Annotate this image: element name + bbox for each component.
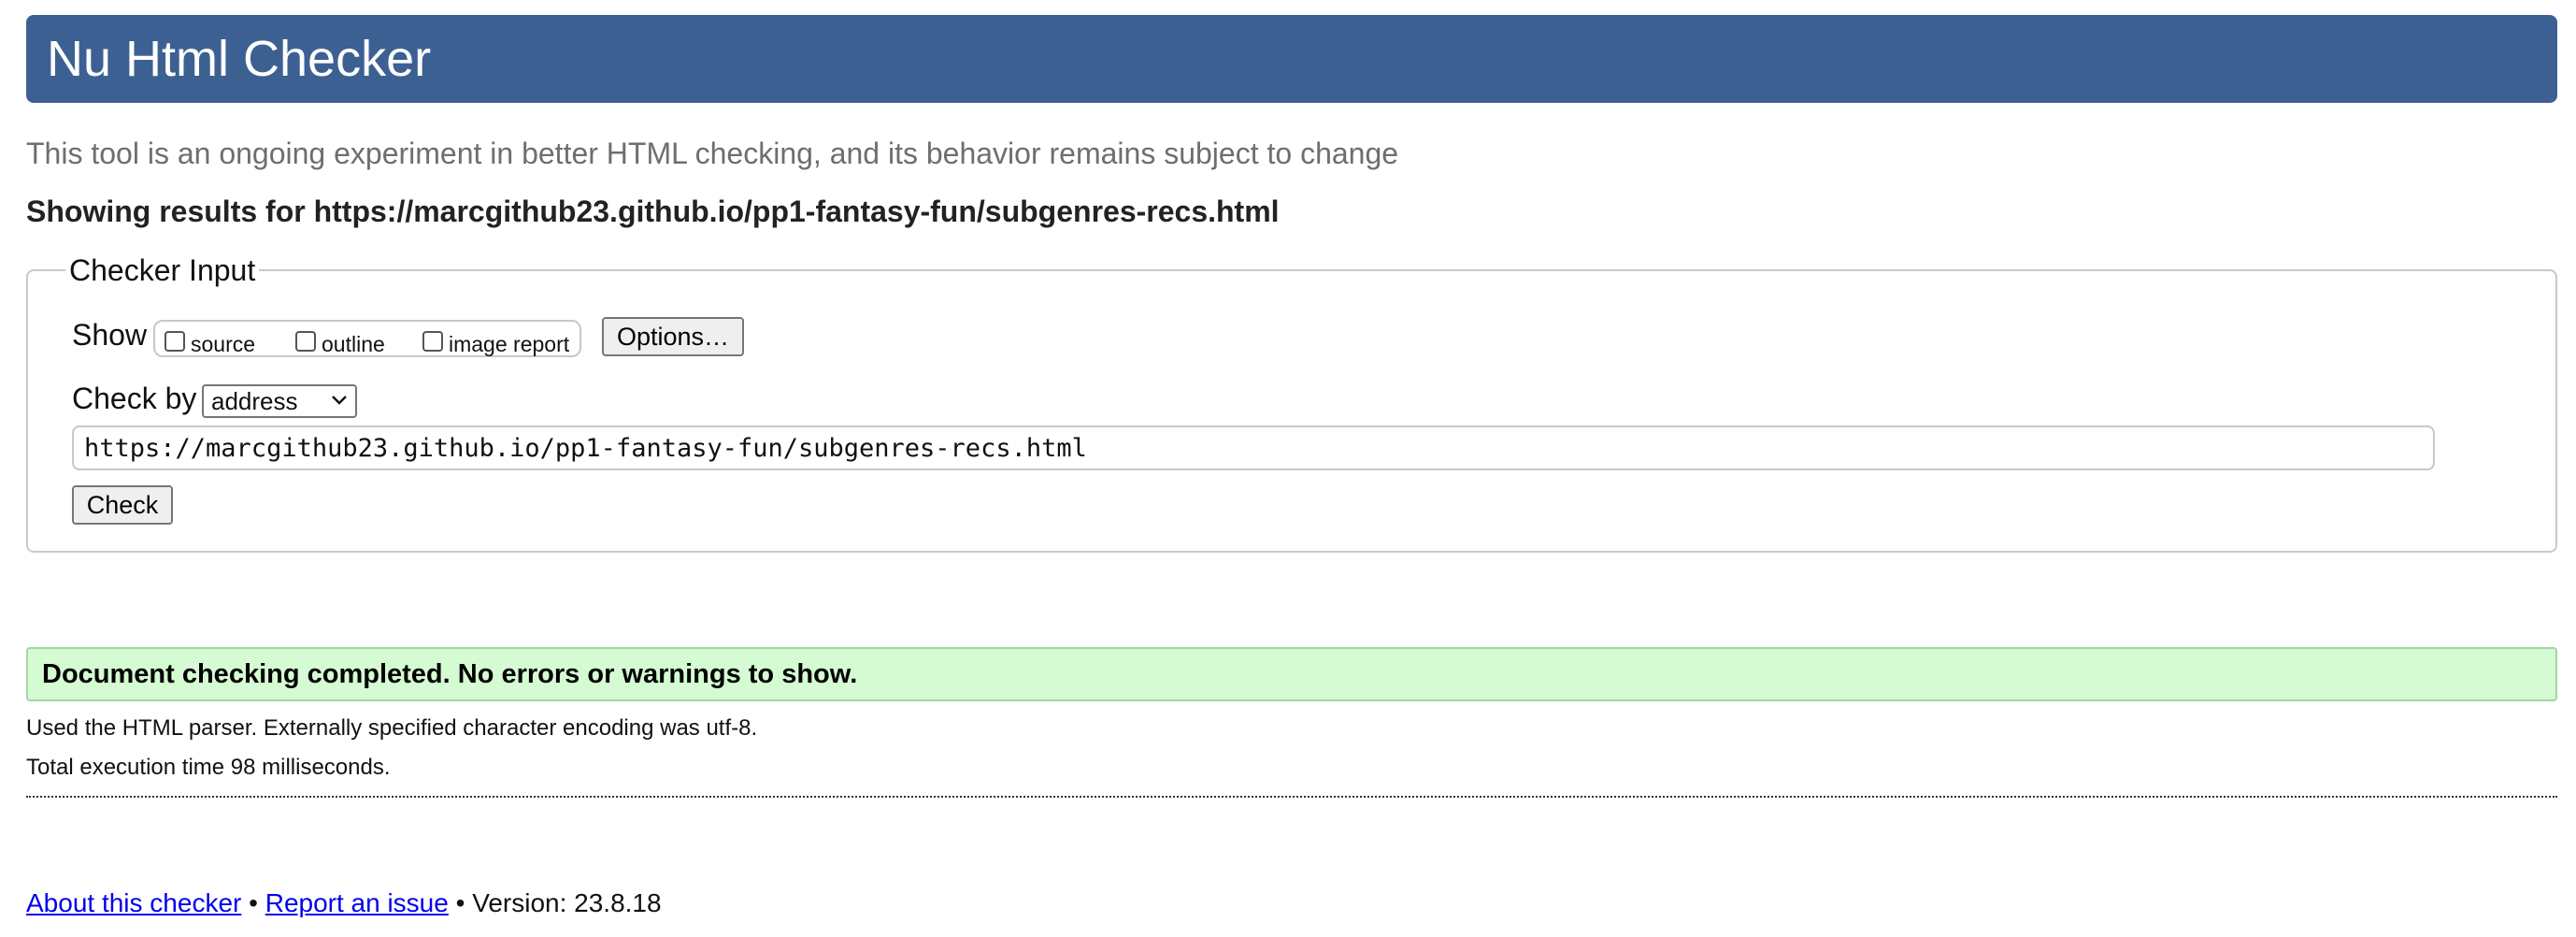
check-by-selected-value: address — [211, 386, 298, 415]
check-by-select[interactable]: address — [202, 384, 357, 418]
checker-input-fieldset: Checker Input Show source outline image … — [26, 253, 2557, 553]
header-banner: Nu Html Checker — [26, 15, 2557, 103]
image-report-checkbox-label: image report — [449, 332, 570, 356]
version-label: Version: 23.8.18 — [472, 888, 662, 917]
options-button[interactable]: Options… — [602, 317, 744, 356]
show-options-group: source outline image report — [153, 320, 581, 357]
show-image-report-option[interactable]: image report — [422, 326, 569, 356]
url-input[interactable]: https://marcgithub23.github.io/pp1-fanta… — [72, 425, 2435, 470]
source-checkbox[interactable] — [165, 331, 185, 352]
success-message: Document checking completed. No errors o… — [26, 647, 2557, 701]
report-issue-link[interactable]: Report an issue — [265, 888, 449, 917]
execution-time: Total execution time 98 milliseconds. — [26, 755, 391, 780]
show-outline-option[interactable]: outline — [295, 326, 385, 356]
image-report-checkbox[interactable] — [422, 331, 443, 352]
chevron-down-icon — [332, 396, 347, 405]
divider — [26, 796, 2557, 798]
page-title: Nu Html Checker — [47, 31, 432, 87]
show-label: Show — [72, 318, 148, 352]
outline-checkbox[interactable] — [295, 331, 316, 352]
results-heading: Showing results for https://marcgithub23… — [26, 195, 1280, 228]
page: Nu Html Checker This tool is an ongoing … — [0, 0, 2576, 937]
source-checkbox-label: source — [191, 332, 256, 356]
footer: About this checker • Report an issue • V… — [26, 888, 662, 918]
check-by-label: Check by — [72, 382, 197, 415]
outline-checkbox-label: outline — [322, 332, 385, 356]
checker-input-legend: Checker Input — [65, 253, 260, 288]
footer-separator: • — [455, 888, 465, 917]
check-button[interactable]: Check — [72, 485, 173, 525]
parser-info: Used the HTML parser. Externally specifi… — [26, 715, 758, 741]
show-source-option[interactable]: source — [165, 326, 255, 356]
footer-separator: • — [249, 888, 258, 917]
about-checker-link[interactable]: About this checker — [26, 888, 241, 917]
tagline: This tool is an ongoing experiment in be… — [26, 137, 1399, 170]
